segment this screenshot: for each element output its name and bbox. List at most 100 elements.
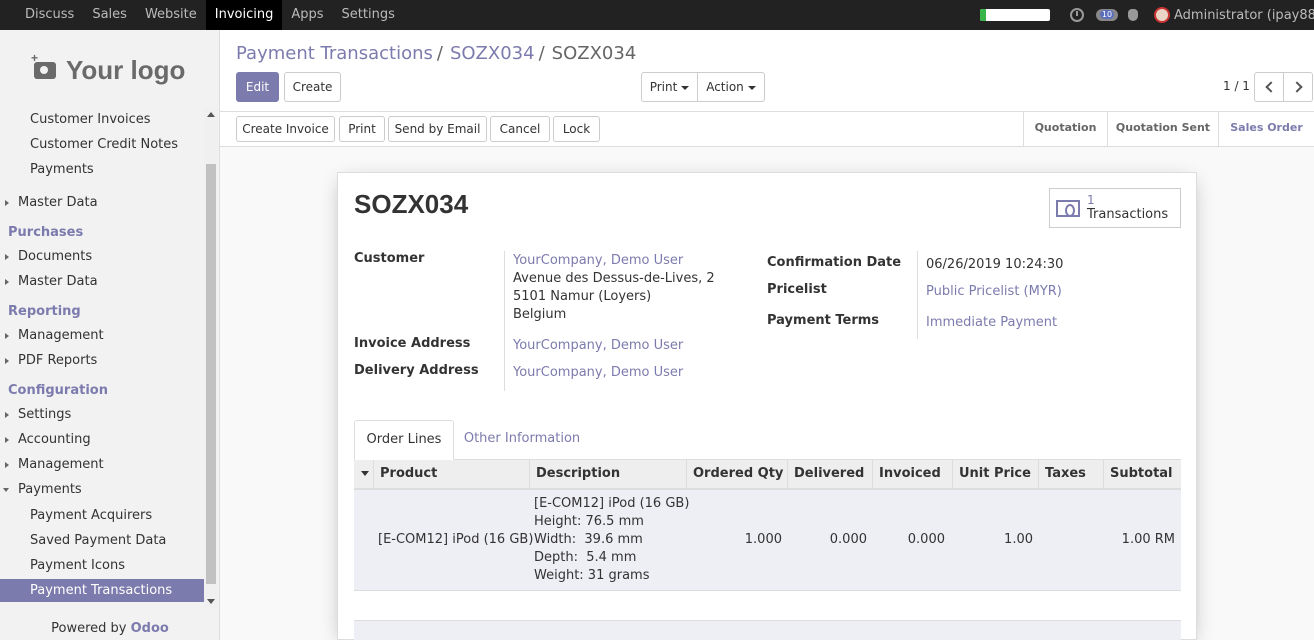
pager-previous-button[interactable] <box>1254 72 1284 102</box>
sidebar-item-customer-invoices[interactable]: Customer Invoices <box>0 108 204 131</box>
cell-subtotal: 1.00 RM <box>1121 532 1175 547</box>
sidebar-item-payment-transactions[interactable]: Payment Transactions <box>0 579 204 602</box>
sidebar-item-payments[interactable]: Payments <box>0 158 204 181</box>
create-invoice-button[interactable]: Create Invoice <box>236 116 335 142</box>
cancel-button[interactable]: Cancel <box>490 116 550 142</box>
sidebar-item-label: Payments <box>30 162 94 177</box>
print-button[interactable]: Print <box>339 116 385 142</box>
confirmation-date-value: 06/26/2019 10:24:30 <box>926 257 1064 272</box>
caret-right-icon <box>5 358 9 364</box>
customer-street: Avenue des Dessus-de-Lives, 2 <box>513 271 715 286</box>
cell-invoiced: 0.000 <box>907 532 945 547</box>
lock-button[interactable]: Lock <box>553 116 600 142</box>
customer-link[interactable]: YourCompany, Demo User <box>513 253 683 268</box>
sidebar-item-accounting[interactable]: Accounting <box>0 428 204 451</box>
chat-icon[interactable]: 10 <box>1096 9 1118 21</box>
sidebar-item-label: Purchases <box>8 225 84 240</box>
sidebar-item-purchases[interactable]: Purchases <box>0 221 204 244</box>
column-description[interactable]: Description <box>529 460 687 490</box>
caret-right-icon <box>5 254 9 260</box>
caret-right-icon <box>5 279 9 285</box>
sidebar-item-settings[interactable]: Settings <box>0 403 204 426</box>
caret-down-icon <box>3 488 9 492</box>
edit-button[interactable]: Edit <box>236 72 279 102</box>
pager-next-button[interactable] <box>1283 72 1313 102</box>
customer-country: Belgium <box>513 307 567 322</box>
breadcrumb-item-order[interactable]: SOZX034 <box>450 43 535 64</box>
user-menu[interactable]: Administrator (ipay88_11 <box>1174 8 1314 23</box>
sidebar-item-pdf-reports[interactable]: PDF Reports <box>0 349 204 372</box>
tab-order-lines[interactable]: Order Lines <box>354 420 454 460</box>
avatar[interactable] <box>1154 7 1170 23</box>
tab-other-information[interactable]: Other Information <box>454 420 590 460</box>
pricelist-link[interactable]: Public Pricelist (MYR) <box>926 284 1062 299</box>
systray: 10 Administrator (ipay88_11 <box>980 0 1314 30</box>
money-icon <box>1056 200 1080 217</box>
sort-caret-icon[interactable] <box>361 471 369 476</box>
sidebar-item-management[interactable]: Management <box>0 324 204 347</box>
sidebar-item-customer-credit-notes[interactable]: Customer Credit Notes <box>0 133 204 156</box>
print-dropdown[interactable]: Print <box>641 72 698 102</box>
app-menu-invoicing[interactable]: Invoicing <box>205 0 283 30</box>
cell-delivered: 0.000 <box>829 532 867 547</box>
sidebar-item-label: Documents <box>18 249 93 264</box>
sidebar-item-configuration[interactable]: Configuration <box>0 379 204 402</box>
scroll-up-arrow-icon[interactable] <box>207 112 215 117</box>
sidebar-item-saved-payment-data[interactable]: Saved Payment Data <box>0 529 204 552</box>
column-ordered-qty[interactable]: Ordered Qty <box>686 460 788 490</box>
stage-sales-order[interactable]: Sales Order <box>1218 112 1314 146</box>
status-bar: Create Invoice Print Send by Email Cance… <box>220 112 1314 147</box>
progress-bar[interactable] <box>980 9 1050 21</box>
cell-ordered-qty: 1.000 <box>744 532 782 547</box>
create-button[interactable]: Create <box>284 72 341 102</box>
odoo-link[interactable]: Odoo <box>131 621 169 636</box>
transactions-count: 1 <box>1087 193 1095 207</box>
app-menu-sales[interactable]: Sales <box>83 0 136 30</box>
column-delivered[interactable]: Delivered <box>787 460 873 490</box>
stage-quotation[interactable]: Quotation <box>1023 112 1107 146</box>
app-menu-settings[interactable]: Settings <box>333 0 404 30</box>
sidebar-item-management[interactable]: Management <box>0 453 204 476</box>
form-sheet: SOZX034 1 Transactions Customer YourComp… <box>337 172 1197 640</box>
sidebar-item-master-data[interactable]: Master Data <box>0 270 204 293</box>
app-menu-discuss[interactable]: Discuss <box>16 0 83 30</box>
sidebar-item-master-data[interactable]: Master Data <box>0 191 204 214</box>
sidebar-item-payment-icons[interactable]: Payment Icons <box>0 554 204 577</box>
sidebar-item-payments[interactable]: Payments <box>0 478 204 501</box>
sidebar-item-label: Master Data <box>18 274 98 289</box>
cell-description-line: Weight: 31 grams <box>534 568 650 583</box>
column-taxes[interactable]: Taxes <box>1038 460 1104 490</box>
column-subtotal[interactable]: Subtotal <box>1103 460 1181 490</box>
app-menu-apps[interactable]: Apps <box>282 0 332 30</box>
camera-icon <box>31 51 56 79</box>
send-by-email-button[interactable]: Send by Email <box>388 116 487 142</box>
delivery-address-link[interactable]: YourCompany, Demo User <box>513 365 683 380</box>
breadcrumb-item-payment-transactions[interactable]: Payment Transactions <box>236 43 433 64</box>
company-logo[interactable]: Your logo <box>31 51 185 86</box>
app-menu: Discuss Sales Website Invoicing Apps Settings <box>16 0 404 30</box>
cell-description-line: Depth: 5.4 mm <box>534 550 637 565</box>
sidebar-item-label: PDF Reports <box>18 353 98 368</box>
action-dropdown[interactable]: Action <box>697 72 765 102</box>
column-unit-price[interactable]: Unit Price <box>952 460 1039 490</box>
invoice-address-link[interactable]: YourCompany, Demo User <box>513 338 683 353</box>
scroll-down-arrow-icon[interactable] <box>207 599 215 604</box>
app-menu-website[interactable]: Website <box>136 0 206 30</box>
column-product[interactable]: Product <box>373 460 530 490</box>
sidebar: Your logo Customer Invoices Customer Cred… <box>0 30 220 640</box>
column-invoiced[interactable]: Invoiced <box>872 460 953 490</box>
payment-terms-label: Payment Terms <box>767 313 880 328</box>
stage-quotation-sent[interactable]: Quotation Sent <box>1107 112 1218 146</box>
sidebar-scrollbar[interactable] <box>204 108 218 608</box>
payment-terms-link[interactable]: Immediate Payment <box>926 315 1057 330</box>
sidebar-item-reporting[interactable]: Reporting <box>0 300 204 323</box>
clock-icon[interactable] <box>1070 8 1084 22</box>
sidebar-item-documents[interactable]: Documents <box>0 245 204 268</box>
sidebar-item-payment-acquirers[interactable]: Payment Acquirers <box>0 504 204 527</box>
scroll-thumb[interactable] <box>206 164 216 584</box>
pager-value[interactable]: 1 / 1 <box>1223 79 1250 93</box>
bug-icon[interactable] <box>1128 9 1138 21</box>
transactions-button[interactable]: 1 Transactions <box>1049 188 1181 228</box>
table-row[interactable]: [E-COM12] iPod (16 GB) [E-COM12] iPod (1… <box>354 490 1181 591</box>
caret-right-icon <box>5 462 9 468</box>
